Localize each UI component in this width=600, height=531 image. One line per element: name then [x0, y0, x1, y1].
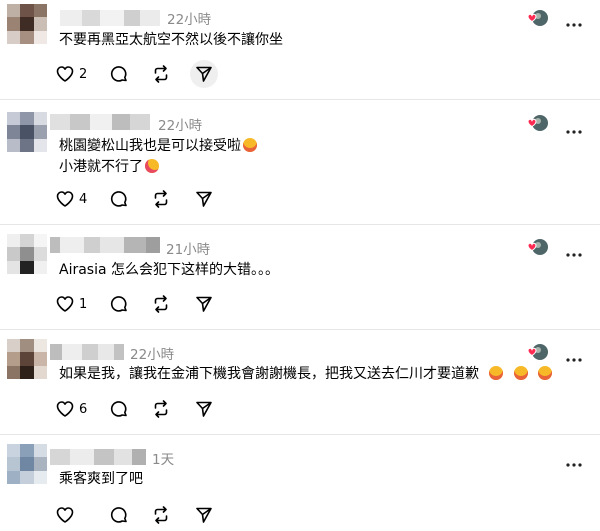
repost-arrows-icon: [154, 506, 168, 524]
paper-plane-icon: [196, 296, 212, 312]
repost-button[interactable]: [151, 62, 171, 86]
comment-line-text: 桃園變松山我也是可以接受啦: [59, 138, 241, 154]
more-dots-icon[interactable]: [566, 12, 582, 27]
username-redacted[interactable]: [50, 344, 124, 360]
like-count: 6: [79, 401, 88, 417]
more-dots-icon[interactable]: [566, 452, 582, 467]
comment-text: 乘客爽到了吧: [59, 469, 143, 490]
comment-line: 不要再黑亞太航空不然以後不讓你坐: [59, 32, 283, 48]
heart-badge-icon: [524, 7, 550, 29]
repost-arrows-icon: [154, 295, 168, 313]
action-bar: [55, 503, 225, 527]
timestamp: 22小時: [158, 118, 203, 134]
action-bar: 6: [55, 397, 225, 421]
comment-text: Airasia 怎么会犯下这样的大错。。。: [59, 260, 279, 281]
username-redacted[interactable]: [50, 237, 160, 253]
comment-2: 22小時 桃園變松山我也是可以接受啦 小港就不行了 4: [0, 100, 600, 223]
heart-badge-icon: [524, 341, 550, 363]
timestamp: 22小時: [167, 12, 212, 28]
repost-arrows-icon: [154, 190, 168, 208]
username-redacted[interactable]: [50, 449, 146, 465]
heart-outline-icon: [56, 401, 74, 417]
comment-3: 21小時 Airasia 怎么会犯下这样的大错。。。 1: [0, 225, 600, 328]
paper-plane-icon: [196, 66, 212, 82]
comment-line: Airasia 怎么会犯下这样的大错。。。: [59, 262, 280, 278]
more-dots-icon[interactable]: [566, 242, 582, 257]
paper-plane-icon: [196, 507, 212, 523]
more-dots-icon[interactable]: [566, 119, 582, 134]
rolling-laughing-emoji: [243, 138, 257, 152]
repost-arrows-icon: [154, 400, 168, 418]
share-button[interactable]: [194, 187, 214, 211]
speech-bubble-icon: [110, 507, 127, 523]
avatar[interactable]: [7, 112, 47, 152]
like-button[interactable]: 2: [55, 62, 87, 86]
smiling-hearts-emoji: [145, 159, 159, 173]
more-dots-icon[interactable]: [566, 347, 582, 362]
paper-plane-icon: [196, 191, 212, 207]
repost-arrows-icon: [154, 65, 168, 83]
speech-bubble-icon: [110, 296, 127, 312]
heart-outline-icon: [56, 507, 74, 523]
like-button[interactable]: [55, 503, 79, 527]
rolling-laughing-emoji: [489, 366, 504, 380]
share-button[interactable]: [194, 503, 214, 527]
action-bar: 4: [55, 187, 225, 211]
repost-button[interactable]: [151, 397, 171, 421]
reply-button[interactable]: [109, 292, 129, 316]
comment-line: 小港就不行了: [59, 157, 257, 178]
comment-5: 1天 乘客爽到了吧: [0, 435, 600, 531]
comment-line-text: 如果是我，讓我在金浦下機我會謝謝機長，把我又送去仁川才要道歉: [59, 366, 479, 382]
speech-bubble-icon: [110, 66, 127, 82]
reply-button[interactable]: [109, 397, 129, 421]
avatar[interactable]: [7, 339, 47, 379]
comment-line: 如果是我，讓我在金浦下機我會謝謝機長，把我又送去仁川才要道歉: [59, 364, 553, 385]
comment-text: 桃園變松山我也是可以接受啦 小港就不行了: [59, 136, 257, 178]
repost-button[interactable]: [151, 292, 171, 316]
avatar[interactable]: [7, 4, 47, 44]
share-button[interactable]: [194, 292, 214, 316]
speech-bubble-icon: [110, 401, 127, 417]
username-redacted[interactable]: [50, 114, 150, 130]
repost-button[interactable]: [151, 503, 171, 527]
share-button[interactable]: [194, 397, 214, 421]
timestamp: 22小時: [130, 347, 175, 363]
rolling-laughing-emoji: [538, 366, 553, 380]
username-redacted[interactable]: [60, 10, 160, 26]
like-count: 4: [79, 191, 88, 207]
timestamp: 21小時: [166, 242, 211, 258]
like-count: 1: [79, 296, 88, 312]
action-bar: 1: [55, 292, 225, 316]
repost-button[interactable]: [151, 187, 171, 211]
avatar[interactable]: [7, 234, 47, 274]
avatar[interactable]: [7, 444, 47, 484]
like-button[interactable]: 1: [55, 292, 87, 316]
share-button[interactable]: [194, 62, 214, 86]
action-bar: 2: [55, 62, 225, 86]
comment-text: 如果是我，讓我在金浦下機我會謝謝機長，把我又送去仁川才要道歉: [59, 364, 553, 385]
heart-outline-icon: [56, 191, 74, 207]
comment-text: 不要再黑亞太航空不然以後不讓你坐: [59, 30, 283, 51]
comment-line: 桃園變松山我也是可以接受啦: [59, 136, 257, 157]
reply-button[interactable]: [109, 62, 129, 86]
like-count: 2: [79, 66, 88, 82]
comment-line: 乘客爽到了吧: [59, 471, 143, 487]
heart-outline-icon: [56, 66, 74, 82]
paper-plane-icon: [196, 401, 212, 417]
comment-4: 22小時 如果是我，讓我在金浦下機我會謝謝機長，把我又送去仁川才要道歉 6: [0, 330, 600, 433]
rolling-laughing-emoji: [513, 366, 528, 380]
like-button[interactable]: 6: [55, 397, 87, 421]
heart-outline-icon: [56, 296, 74, 312]
comment-line-text: 小港就不行了: [59, 159, 143, 175]
reply-button[interactable]: [109, 503, 129, 527]
speech-bubble-icon: [110, 191, 127, 207]
timestamp: 1天: [152, 452, 175, 468]
comment-1: 22小時 不要再黑亞太航空不然以後不讓你坐 2: [0, 0, 600, 97]
heart-badge-icon: [524, 112, 550, 134]
heart-badge-icon: [524, 236, 550, 258]
reply-button[interactable]: [109, 187, 129, 211]
like-button[interactable]: 4: [55, 187, 87, 211]
